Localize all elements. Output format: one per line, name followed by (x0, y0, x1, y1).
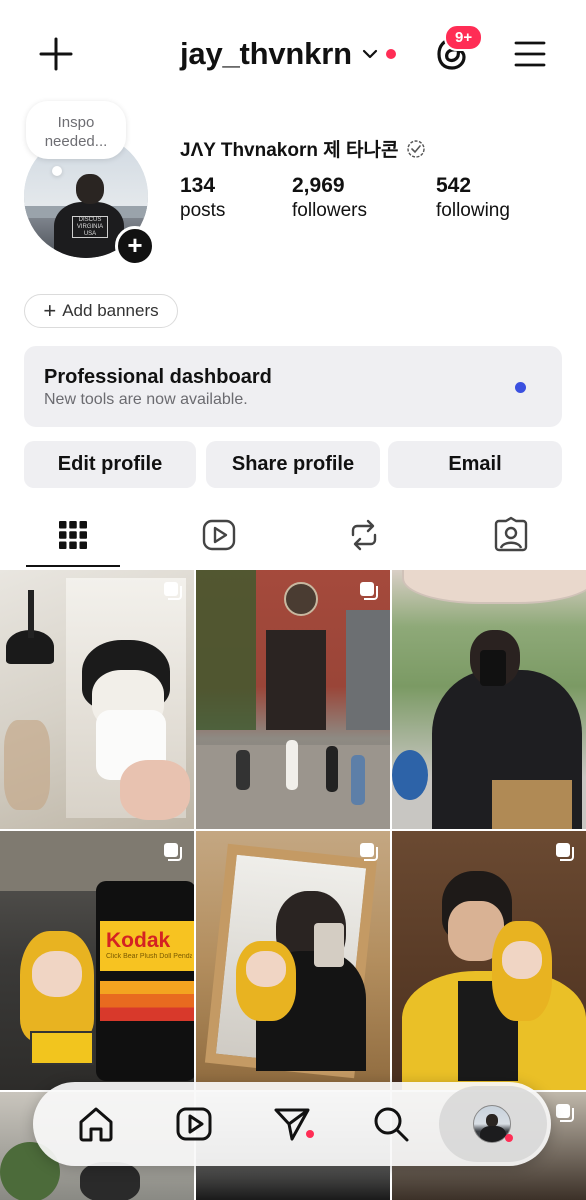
search-icon[interactable] (369, 1102, 413, 1146)
share-profile-button[interactable]: Share profile (206, 441, 380, 488)
post-tile-6[interactable] (392, 831, 586, 1090)
full-name-text: JΛY Thvnakorn 제 타나콘 (180, 140, 399, 161)
following-label: following (436, 200, 510, 221)
post-tile-4[interactable]: Kodak Click Bear Plush Doll Pendant (0, 831, 194, 1090)
selected-tab-indicator (26, 565, 120, 567)
grid-icon[interactable] (53, 515, 93, 555)
followers-label: followers (292, 200, 367, 221)
messages-icon[interactable] (270, 1102, 314, 1146)
followers-stat[interactable]: 2,969 followers (292, 174, 367, 222)
kodak-subtitle: Click Bear Plush Doll Pendant (106, 953, 192, 960)
home-icon[interactable] (74, 1102, 118, 1146)
menu-icon[interactable] (514, 40, 546, 68)
tagged-tab-icon[interactable] (491, 515, 531, 555)
note-bubble-tail (52, 166, 62, 176)
dashboard-title: Professional dashboard (44, 366, 272, 388)
messages-unread-dot (306, 1130, 314, 1138)
dashboard-subtitle: New tools are now available. (44, 391, 248, 408)
posts-label: posts (180, 200, 226, 221)
carousel-icon (556, 1104, 574, 1122)
professional-dashboard[interactable]: Professional dashboard New tools are now… (24, 346, 562, 427)
carousel-icon (360, 843, 378, 861)
email-button[interactable]: Email (388, 441, 562, 488)
posts-stat[interactable]: 134 posts (180, 174, 225, 222)
post-tile-1[interactable] (0, 570, 194, 829)
add-story-button[interactable]: + (115, 226, 155, 266)
full-name: JΛY Thvnakorn 제 타나콘 (180, 135, 426, 162)
note-text: Inspo needed... (44, 114, 108, 150)
post-tile-3[interactable] (392, 570, 586, 829)
dashboard-new-dot (515, 382, 526, 393)
carousel-icon (164, 843, 182, 861)
plus-icon: + (43, 298, 57, 323)
following-stat[interactable]: 542 following (436, 174, 510, 222)
post-tile-5[interactable] (196, 831, 390, 1090)
verified-icon (407, 139, 426, 158)
reposts-tab-icon[interactable] (344, 515, 384, 555)
reels-icon[interactable] (172, 1102, 216, 1146)
add-banners-label: Add banners (62, 301, 159, 320)
profile-unread-dot (505, 1134, 513, 1142)
chevron-down-icon (362, 49, 377, 59)
carousel-icon (556, 843, 574, 861)
following-count: 542 (436, 174, 472, 197)
unread-dot (385, 49, 396, 59)
bottom-navigation (33, 1082, 551, 1166)
note-bubble[interactable]: Inspo needed... (26, 101, 126, 159)
carousel-icon (360, 582, 378, 600)
create-plus-icon[interactable] (36, 34, 76, 74)
reels-tab-icon[interactable] (199, 515, 239, 555)
posts-count: 134 (180, 174, 216, 197)
post-tile-2[interactable] (196, 570, 390, 829)
followers-count: 2,969 (292, 174, 345, 197)
carousel-icon (164, 582, 182, 600)
account-switcher[interactable]: jay_thvnkrn (180, 36, 396, 72)
kodak-text: Kodak (106, 929, 171, 952)
username: jay_thvnkrn (180, 36, 352, 71)
notification-badge: 9+ (444, 24, 484, 51)
edit-profile-button[interactable]: Edit profile (24, 441, 196, 488)
add-banners-button[interactable]: + Add banners (24, 294, 178, 328)
